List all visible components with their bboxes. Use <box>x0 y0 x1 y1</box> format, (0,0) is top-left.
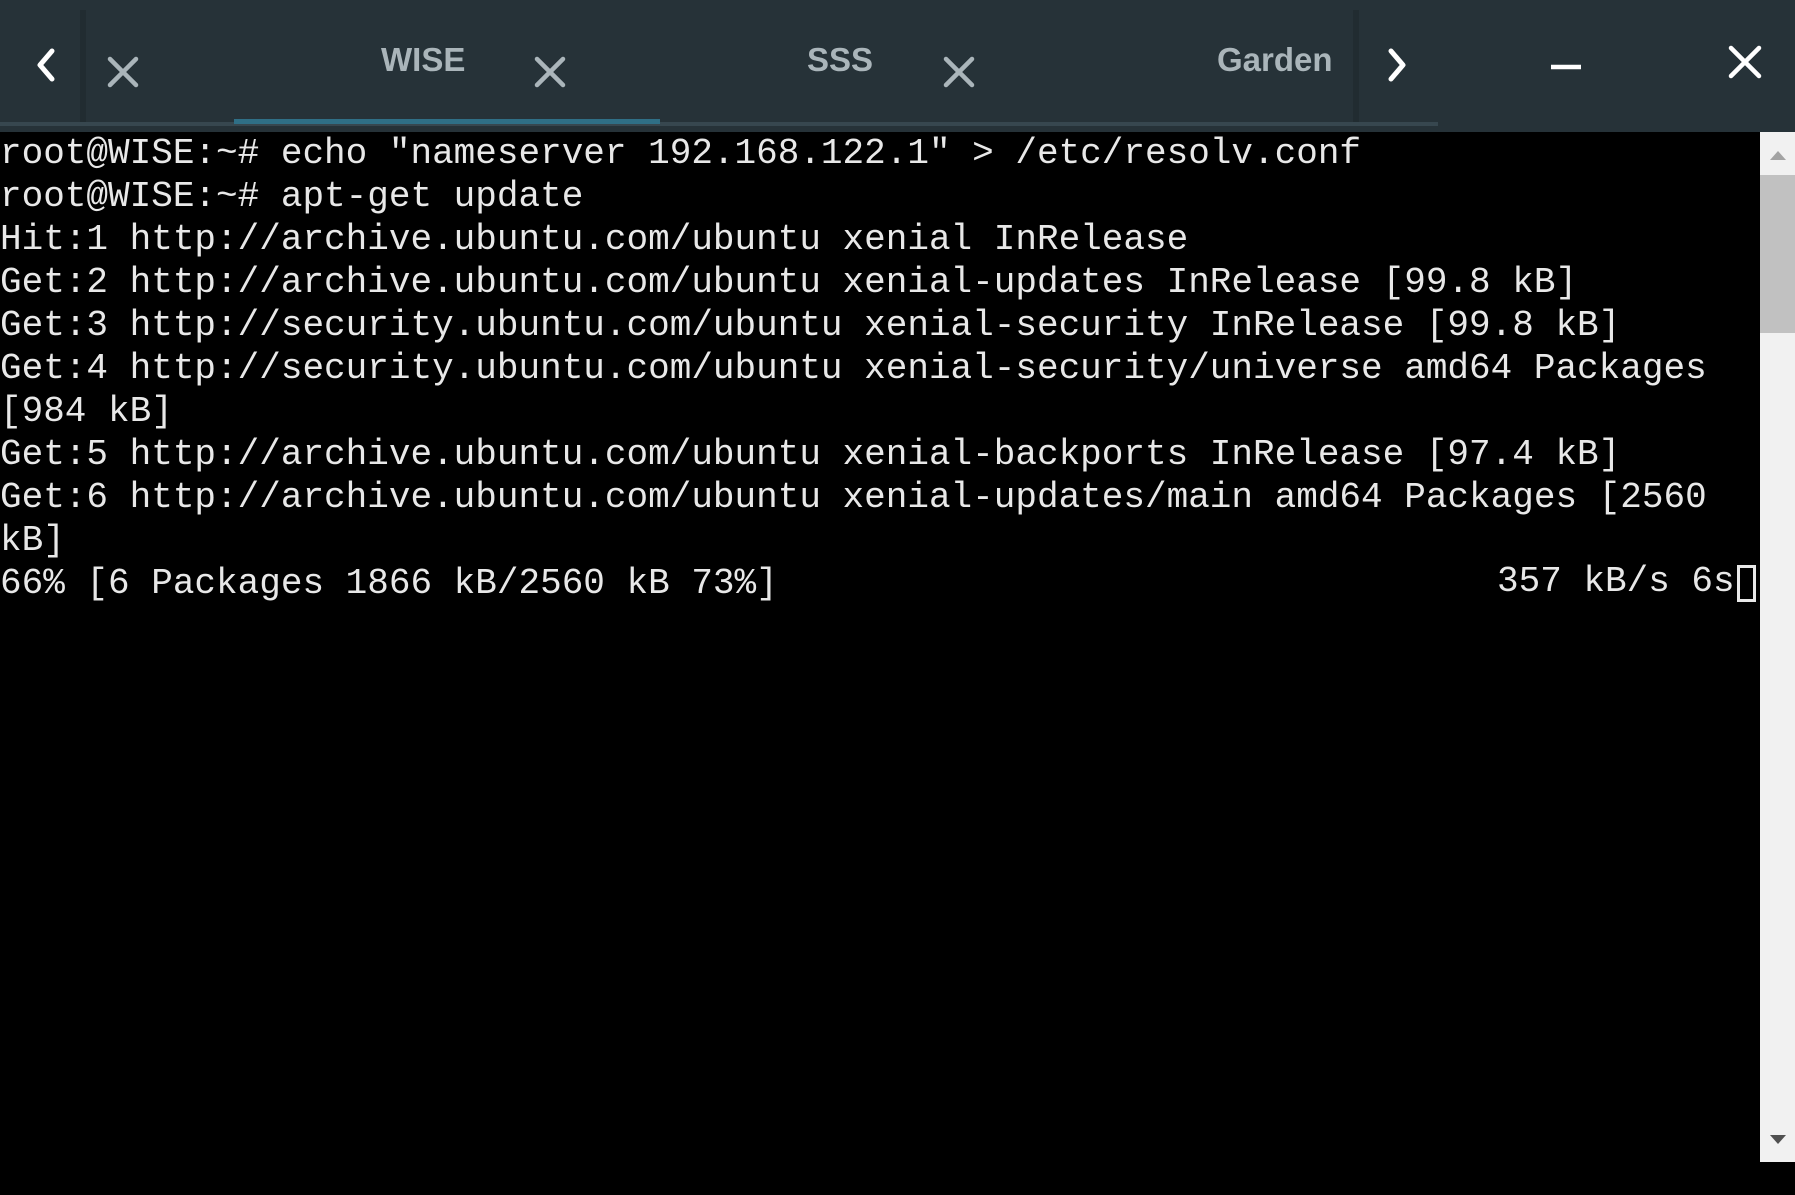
terminal-line: kB] <box>0 520 65 561</box>
chevron-right-icon <box>1388 48 1406 82</box>
title-bar: WISE SSS Garden <box>0 0 1795 132</box>
tab-label: Garden <box>1217 41 1333 78</box>
tab-separator <box>80 10 86 126</box>
tab-scroll-left-button[interactable] <box>24 40 68 90</box>
terminal-line: Get:3 http://security.ubuntu.com/ubuntu … <box>0 305 1621 346</box>
terminal-line: root@WISE:~# echo "nameserver 192.168.12… <box>0 133 1362 174</box>
terminal-output[interactable]: root@WISE:~# echo "nameserver 192.168.12… <box>0 132 1760 1195</box>
terminal-line: Get:4 http://security.ubuntu.com/ubuntu … <box>0 348 1707 389</box>
terminal-line: Get:2 http://archive.ubuntu.com/ubuntu x… <box>0 262 1578 303</box>
minimize-icon <box>1551 64 1581 70</box>
terminal-line: Get:6 http://archive.ubuntu.com/ubuntu x… <box>0 477 1707 518</box>
tab-separator <box>1353 10 1359 126</box>
tab-scroll-right-button[interactable] <box>1375 40 1419 90</box>
close-icon <box>107 56 139 88</box>
terminal-cursor <box>1737 565 1756 602</box>
scrollbar-thumb[interactable] <box>1760 175 1795 333</box>
terminal-line: Hit:1 http://archive.ubuntu.com/ubuntu x… <box>0 219 1189 260</box>
tab-label: WISE <box>381 41 466 78</box>
scroll-up-button[interactable] <box>1760 140 1795 170</box>
chevron-left-icon <box>37 48 55 82</box>
triangle-down-icon <box>1769 1135 1786 1144</box>
tab-close-button[interactable] <box>526 48 574 96</box>
scroll-down-button[interactable] <box>1760 1125 1795 1155</box>
triangle-up-icon <box>1769 151 1786 160</box>
download-rate: 357 kB/s 6s <box>1497 561 1735 602</box>
tab-strip-divider <box>0 122 1438 126</box>
close-icon <box>1728 45 1762 79</box>
active-tab-indicator <box>234 119 660 124</box>
close-icon <box>943 56 975 88</box>
terminal-line: root@WISE:~# apt-get update <box>0 176 584 217</box>
tab-close-button[interactable] <box>935 48 983 96</box>
close-icon <box>534 56 566 88</box>
tab-label: SSS <box>807 41 874 78</box>
terminal-line: [984 kB] <box>0 391 173 432</box>
minimize-button[interactable] <box>1544 38 1588 82</box>
progress-status-line: 66% [6 Packages 1866 kB/2560 kB 73%] <box>0 563 778 604</box>
tab-close-button[interactable] <box>99 48 147 96</box>
close-window-button[interactable] <box>1721 38 1769 86</box>
terminal-line: Get:5 http://archive.ubuntu.com/ubuntu x… <box>0 434 1621 475</box>
